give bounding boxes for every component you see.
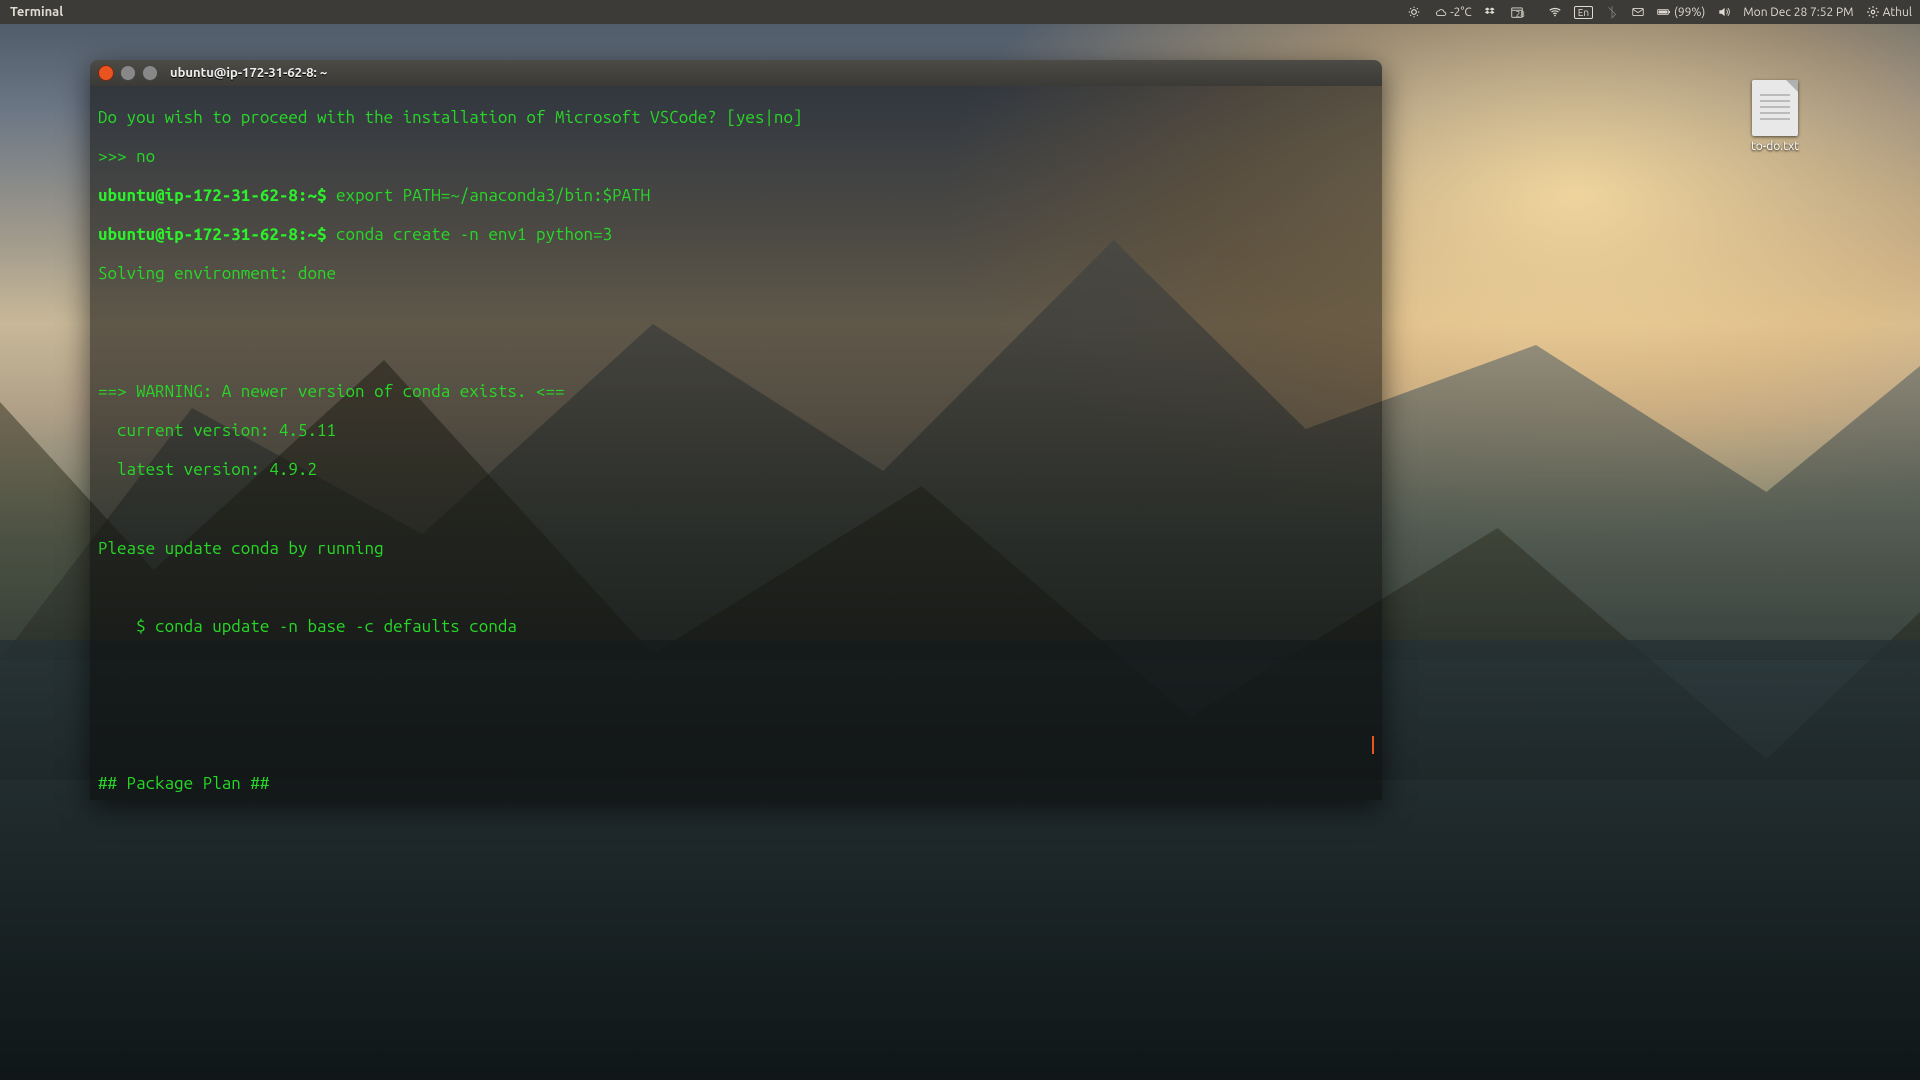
term-line: Solving environment: done	[98, 264, 1374, 284]
session-menu[interactable]: Athul	[1866, 5, 1912, 19]
terminal-viewport[interactable]: Do you wish to proceed with the installa…	[90, 86, 1382, 800]
calendar-day: 28	[1516, 10, 1525, 19]
window-minimize-button[interactable]	[120, 65, 136, 81]
calendar-indicator[interactable]: 28	[1510, 5, 1536, 19]
weather-indicator[interactable]: -2°C	[1433, 5, 1471, 19]
desktop-file-todo[interactable]: to-do.txt	[1740, 80, 1810, 153]
bluetooth-icon[interactable]	[1605, 5, 1619, 19]
volume-icon[interactable]	[1717, 5, 1731, 19]
term-line: $ conda update -n base -c defaults conda	[98, 617, 1374, 637]
weather-temp: -2°C	[1450, 6, 1471, 19]
term-prompt-line: ubuntu@ip-172-31-62-8:~$ conda create -n…	[98, 225, 1374, 245]
top-menubar: Terminal -2°C 28 En (99%) Mon Dec 28 7:5…	[0, 0, 1920, 24]
wifi-icon[interactable]	[1548, 5, 1562, 19]
term-line: Please update conda by running	[98, 539, 1374, 559]
term-line: >>> no	[98, 147, 1374, 167]
window-maximize-button[interactable]	[142, 65, 158, 81]
clock[interactable]: Mon Dec 28 7:52 PM	[1743, 6, 1853, 19]
active-app-label[interactable]: Terminal	[0, 5, 73, 19]
window-close-button[interactable]	[98, 65, 114, 81]
term-line: ==> WARNING: A newer version of conda ex…	[98, 382, 1374, 402]
window-title: ubuntu@ip-172-31-62-8: ~	[170, 66, 327, 80]
gear-icon	[1866, 5, 1880, 19]
desktop-file-label: to-do.txt	[1740, 140, 1810, 153]
term-line: latest version: 4.9.2	[98, 460, 1374, 480]
language-indicator[interactable]: En	[1574, 6, 1593, 19]
battery-icon	[1657, 5, 1671, 19]
text-file-icon	[1752, 80, 1798, 136]
mail-icon[interactable]	[1631, 5, 1645, 19]
term-prompt-line: ubuntu@ip-172-31-62-8:~$ export PATH=~/a…	[98, 186, 1374, 206]
window-titlebar[interactable]: ubuntu@ip-172-31-62-8: ~	[90, 60, 1382, 86]
battery-percent: (99%)	[1674, 6, 1705, 19]
session-user: Athul	[1883, 6, 1912, 19]
dropbox-icon[interactable]	[1484, 5, 1498, 19]
term-line: current version: 4.5.11	[98, 421, 1374, 441]
term-line: Do you wish to proceed with the installa…	[98, 108, 1374, 128]
keyboard-brightness-icon[interactable]	[1407, 5, 1421, 19]
term-line: ## Package Plan ##	[98, 774, 1374, 794]
weather-icon	[1433, 5, 1447, 19]
terminal-window: ubuntu@ip-172-31-62-8: ~ Do you wish to …	[90, 60, 1382, 800]
battery-indicator[interactable]: (99%)	[1657, 5, 1705, 19]
terminal-cursor	[1372, 736, 1374, 754]
